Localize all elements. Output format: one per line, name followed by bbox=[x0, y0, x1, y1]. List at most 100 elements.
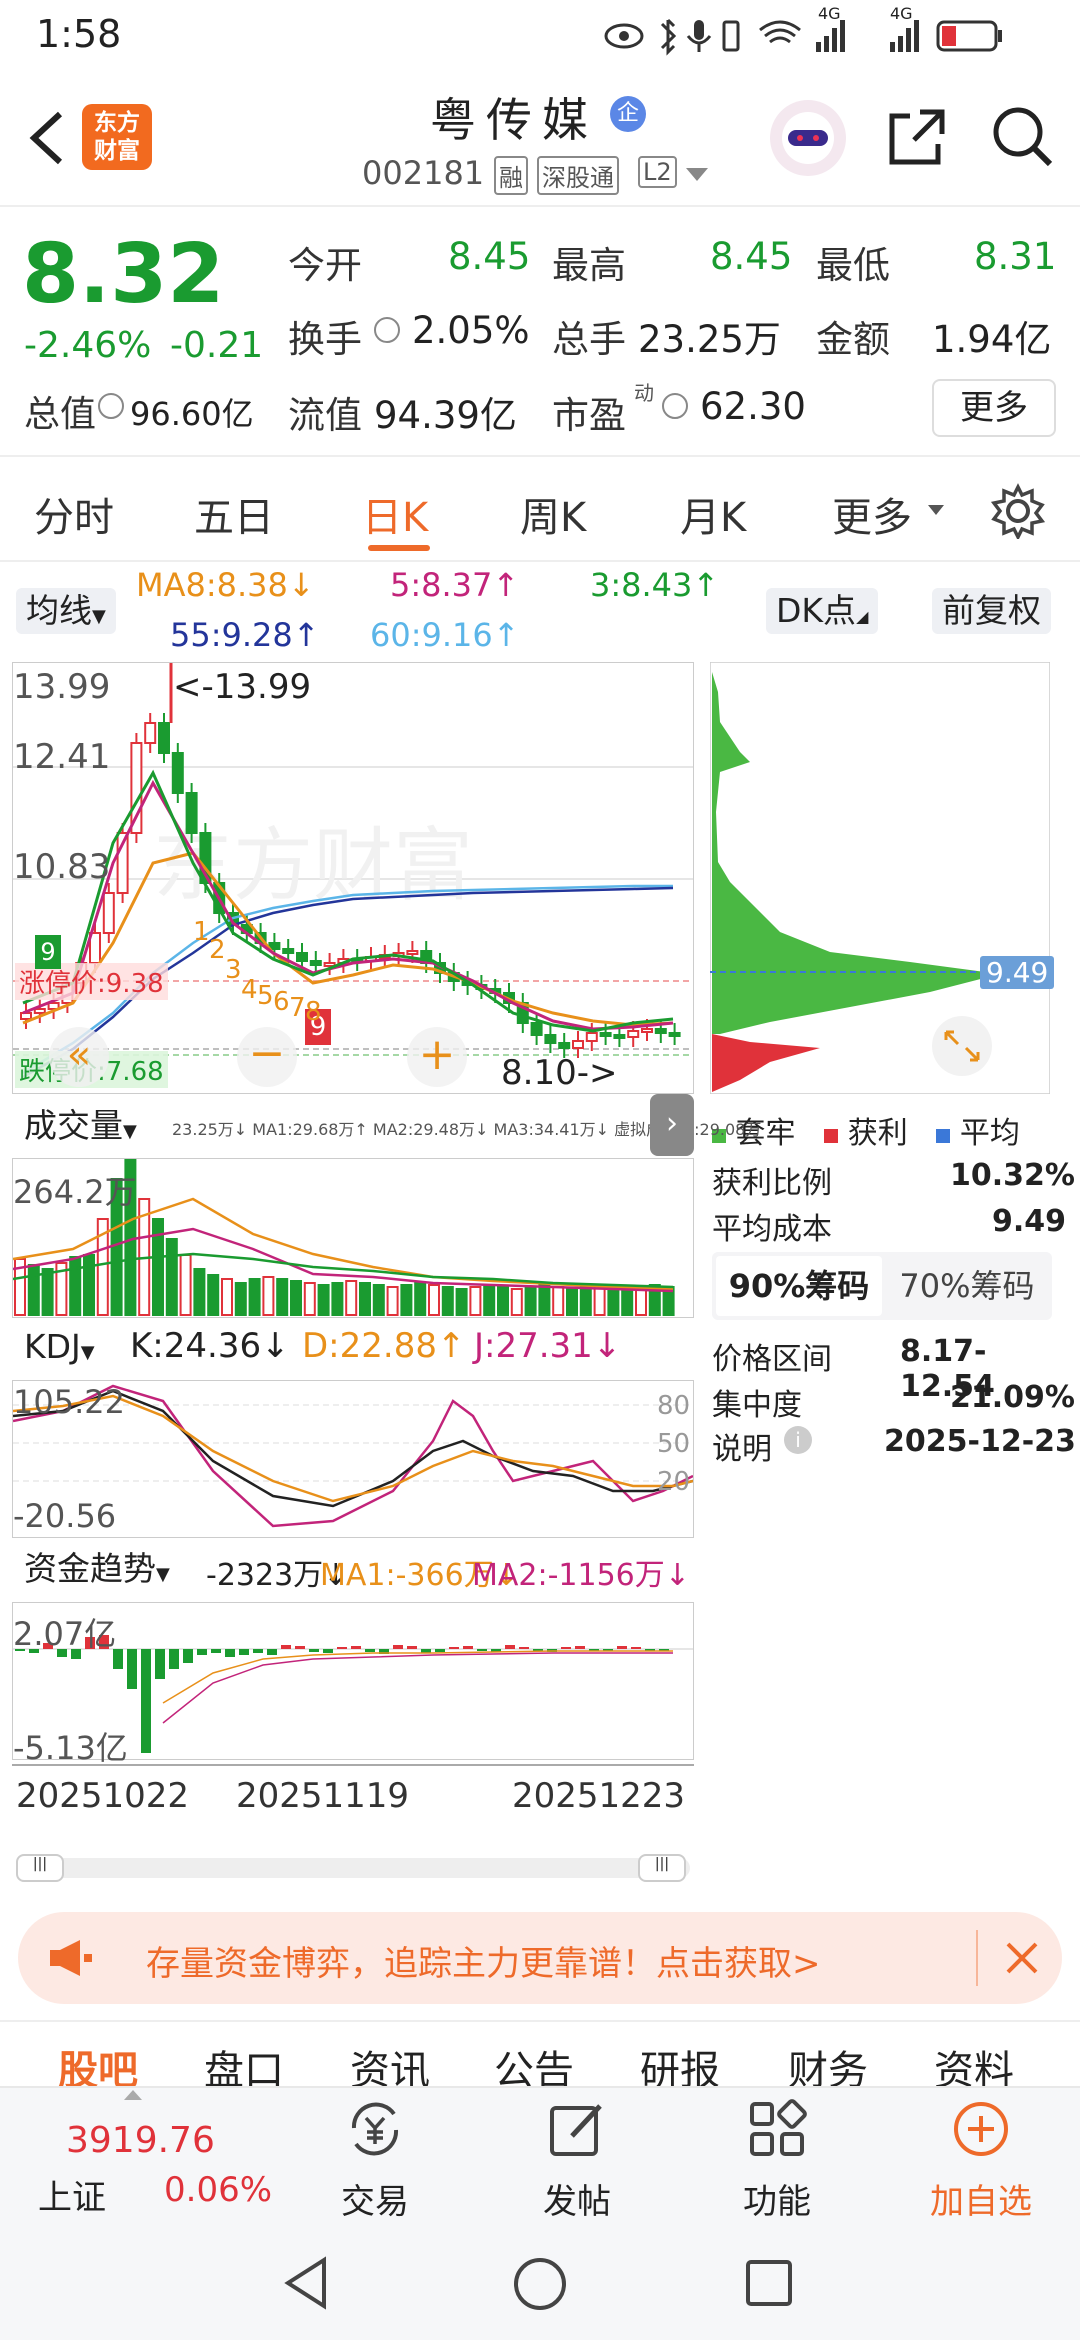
settings-button[interactable] bbox=[990, 483, 1046, 541]
zoom-out-button[interactable]: − bbox=[237, 1027, 297, 1087]
ma60-value: 60:9.16↑ bbox=[370, 616, 520, 654]
fund-bar bbox=[155, 1649, 165, 1679]
open-value: 8.45 bbox=[448, 235, 531, 278]
dropdown-arrow-icon[interactable] bbox=[686, 168, 708, 181]
volume-bar bbox=[386, 1286, 399, 1316]
scroll-left-button[interactable]: « bbox=[49, 1027, 109, 1087]
network-label-1: 4G bbox=[818, 4, 841, 23]
tab-five-day[interactable]: 五日 bbox=[194, 485, 274, 543]
subtab-profile[interactable]: 资料 bbox=[934, 2038, 1014, 2086]
volume-label: 总手 bbox=[552, 318, 626, 361]
kdj-chart[interactable]: 105.22 -20.56 80 50 20 bbox=[12, 1380, 694, 1538]
stock-name: 粤传媒 bbox=[430, 93, 598, 147]
close-icon[interactable] bbox=[1004, 1940, 1040, 1976]
ma-selector[interactable]: 均线▼ bbox=[16, 588, 116, 634]
volume-bar bbox=[207, 1274, 220, 1316]
volume-bar bbox=[483, 1284, 496, 1316]
low-label: 最低 bbox=[816, 244, 890, 287]
dk-point-button[interactable]: DK点◢ bbox=[766, 588, 879, 634]
fund-bar bbox=[267, 1649, 277, 1655]
assistant-avatar[interactable] bbox=[770, 100, 846, 176]
fund-bar bbox=[295, 1646, 305, 1649]
volume-chart[interactable]: 264.2万 bbox=[12, 1158, 694, 1318]
back-button[interactable] bbox=[22, 108, 72, 168]
back-triangle-icon[interactable] bbox=[282, 2256, 332, 2310]
volume-bar bbox=[372, 1284, 385, 1316]
kdj-selector-label: KDJ bbox=[24, 1327, 81, 1366]
adjust-price-button[interactable]: 前复权 bbox=[932, 588, 1051, 634]
volume-selector-label: 成交量 bbox=[24, 1106, 123, 1145]
subtab-financials[interactable]: 财务 bbox=[788, 2038, 868, 2086]
fund-bar bbox=[127, 1649, 137, 1689]
range-handle-right[interactable]: ||| bbox=[638, 1854, 686, 1882]
fund-bar bbox=[323, 1649, 333, 1653]
zoom-in-button[interactable]: + bbox=[407, 1027, 467, 1087]
search-icon bbox=[993, 107, 1053, 167]
kdj-selector[interactable]: KDJ▼ bbox=[14, 1324, 105, 1370]
nav-functions[interactable]: 功能 bbox=[702, 2094, 852, 2224]
high-value: 8.45 bbox=[710, 235, 793, 278]
volume-bar bbox=[41, 1268, 54, 1316]
megaphone-icon bbox=[50, 1940, 92, 1976]
more-button[interactable]: 更多 bbox=[932, 379, 1056, 437]
dk-button-label: DK点 bbox=[776, 591, 857, 630]
index-name[interactable]: 上证 bbox=[38, 2170, 106, 2219]
tab-monthly-k[interactable]: 月K bbox=[680, 485, 746, 543]
subtab-announcements[interactable]: 公告 bbox=[494, 2038, 574, 2086]
fund-bar bbox=[253, 1649, 263, 1653]
index-change[interactable]: 0.06% bbox=[164, 2170, 272, 2210]
volume-bar bbox=[414, 1282, 427, 1316]
fund-bar bbox=[561, 1647, 571, 1649]
active-tab-indicator bbox=[368, 545, 430, 551]
range-handle-left[interactable]: ||| bbox=[16, 1854, 64, 1882]
subtab-orderbook[interactable]: 盘口 bbox=[204, 2038, 284, 2086]
candle bbox=[33, 999, 46, 1023]
search-button[interactable] bbox=[988, 102, 1058, 172]
tab-more[interactable]: 更多 bbox=[832, 485, 912, 543]
share-icon bbox=[889, 109, 945, 165]
volume-selector[interactable]: 成交量▼ bbox=[14, 1103, 147, 1149]
stock-header: 东方 财富 粤传媒 企 002181 融 深股通 L2 bbox=[0, 72, 1080, 207]
total-value-label: 总值 bbox=[24, 394, 97, 435]
nav-trade[interactable]: 交易 bbox=[300, 2094, 450, 2224]
range-scrollbar[interactable]: ||| ||| bbox=[16, 1854, 690, 1882]
kdj-level-50: 50 bbox=[657, 1429, 691, 1459]
info-icon[interactable]: i bbox=[784, 1426, 812, 1454]
subtab-news[interactable]: 资讯 bbox=[350, 2038, 430, 2086]
subtab-forum[interactable]: 股吧 bbox=[58, 2038, 138, 2086]
volume-bar bbox=[83, 1254, 95, 1316]
share-button[interactable] bbox=[884, 104, 950, 170]
promo-banner[interactable]: 存量资金博弈，追踪主力更靠谱！点击获取> bbox=[18, 1912, 1062, 2004]
candle bbox=[158, 713, 170, 763]
chip-distribution-chart[interactable]: 9.49 bbox=[710, 662, 1055, 1094]
date-label-end: 20251223 bbox=[512, 1776, 686, 1816]
fund-bar bbox=[365, 1649, 375, 1652]
stock-code: 002181 bbox=[362, 154, 485, 192]
tag-level2: L2 bbox=[638, 156, 677, 188]
fund-trend-chart[interactable]: 2.07亿 -5.13亿 bbox=[12, 1602, 694, 1767]
fund-bar bbox=[337, 1647, 347, 1649]
tab-weekly-k[interactable]: 周K bbox=[520, 485, 586, 543]
fund-bar bbox=[477, 1649, 487, 1651]
fund-trend-selector[interactable]: 资金趋势▼ bbox=[14, 1546, 180, 1592]
tab-chip-90[interactable]: 90%筹码 bbox=[716, 1256, 882, 1316]
caret-down-icon bbox=[928, 505, 944, 515]
expand-panel-button[interactable]: › bbox=[650, 1094, 694, 1156]
tab-chip-70[interactable]: 70%筹码 bbox=[884, 1256, 1050, 1316]
kline-chart[interactable]: 东方财富 13.99 12.41 10.83 <-13.99 8.10-> 涨停… bbox=[12, 662, 694, 1094]
tab-daily-k[interactable]: 日K bbox=[362, 485, 428, 543]
nav-post[interactable]: 发帖 bbox=[502, 2094, 652, 2224]
fund-selector-label: 资金趋势 bbox=[24, 1549, 156, 1588]
fund-bar bbox=[617, 1646, 627, 1649]
avg-cost-value: 9.49 bbox=[992, 1204, 1067, 1239]
index-value[interactable]: 3919.76 bbox=[66, 2120, 215, 2161]
tab-intraday[interactable]: 分时 bbox=[34, 485, 114, 543]
kdj-j: J:27.31↓ bbox=[474, 1326, 622, 1366]
volume-bar bbox=[621, 1288, 634, 1316]
subtab-research[interactable]: 研报 bbox=[640, 2038, 720, 2086]
home-circle-icon[interactable] bbox=[512, 2256, 568, 2312]
nav-add-watchlist[interactable]: 加自选 bbox=[906, 2094, 1056, 2224]
fund-ma2: MA2:-1156万↓ bbox=[472, 1558, 690, 1593]
recents-square-icon[interactable] bbox=[744, 2258, 794, 2308]
volume-bar bbox=[579, 1286, 592, 1316]
